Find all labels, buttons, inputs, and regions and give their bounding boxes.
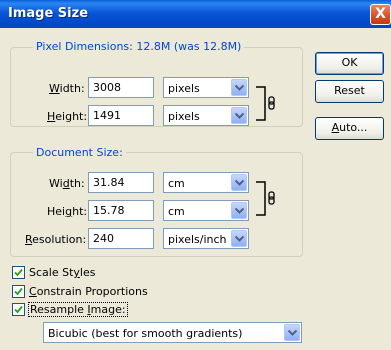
resolution-input[interactable]: 240	[88, 228, 154, 249]
checkmark-icon	[14, 305, 23, 314]
chain-link-icon	[256, 86, 275, 121]
pixel-height-input[interactable]: 1491	[88, 105, 154, 126]
doc-height-label: Height:	[47, 205, 88, 218]
pixel-width-label: Width:	[49, 82, 85, 95]
resolution-unit-value: pixels/inch	[168, 233, 227, 246]
doc-height-unit-select[interactable]: cm	[163, 200, 249, 221]
pixel-height-unit-select[interactable]: pixels	[163, 105, 249, 126]
chevron-down-icon[interactable]	[231, 107, 247, 124]
resample-method-select[interactable]: Bicubic (best for smooth gradients)	[43, 322, 302, 343]
image-size-dialog: Image Size X Pixel Dimensions: 12.8M (wa…	[0, 0, 391, 350]
chevron-down-icon[interactable]	[231, 174, 247, 191]
doc-height-unit-value: cm	[168, 205, 185, 218]
close-icon: X	[375, 6, 386, 22]
resample-image-checkbox[interactable]	[12, 303, 25, 316]
dialog-title: Image Size	[8, 6, 89, 21]
constrain-proportions-label[interactable]: Constrain Proportions	[29, 285, 148, 298]
ok-button[interactable]: OK	[315, 52, 384, 75]
resample-image-label[interactable]: Resample Image:	[28, 302, 128, 317]
doc-width-unit-select[interactable]: cm	[163, 172, 249, 193]
close-button[interactable]: X	[370, 4, 391, 25]
reset-button[interactable]: Reset	[315, 80, 384, 103]
chain-link-icon	[256, 181, 275, 216]
checkmark-icon	[14, 268, 23, 277]
doc-width-label: Width:	[49, 177, 85, 190]
constrain-proportions-checkbox[interactable]	[12, 285, 25, 298]
doc-width-input[interactable]: 31.84	[88, 172, 154, 193]
chevron-down-icon[interactable]	[284, 324, 300, 341]
pixel-width-input[interactable]: 3008	[88, 77, 154, 98]
doc-height-input[interactable]: 15.78	[88, 200, 154, 221]
resolution-unit-select[interactable]: pixels/inch	[163, 228, 249, 249]
pixel-width-unit-select[interactable]: pixels	[163, 77, 249, 98]
chevron-down-icon[interactable]	[231, 230, 247, 247]
pixel-height-label: Height:	[47, 110, 88, 123]
chevron-down-icon[interactable]	[231, 202, 247, 219]
pixel-dimensions-label: Pixel Dimensions: 12.8M (was 12.8M)	[33, 40, 245, 53]
doc-width-unit-value: cm	[168, 177, 185, 190]
pixel-height-unit-value: pixels	[168, 110, 200, 123]
scale-styles-label[interactable]: Scale Styles	[29, 266, 95, 279]
scale-styles-checkbox[interactable]	[12, 266, 25, 279]
resample-method-value: Bicubic (best for smooth gradients)	[48, 327, 243, 340]
pixel-width-unit-value: pixels	[168, 82, 200, 95]
title-bar: Image Size X	[0, 0, 391, 28]
chevron-down-icon[interactable]	[231, 79, 247, 96]
checkmark-icon	[14, 287, 23, 296]
auto-button[interactable]: Auto...	[315, 117, 384, 140]
resolution-label: Resolution:	[25, 233, 87, 246]
document-size-label: Document Size:	[33, 146, 126, 159]
